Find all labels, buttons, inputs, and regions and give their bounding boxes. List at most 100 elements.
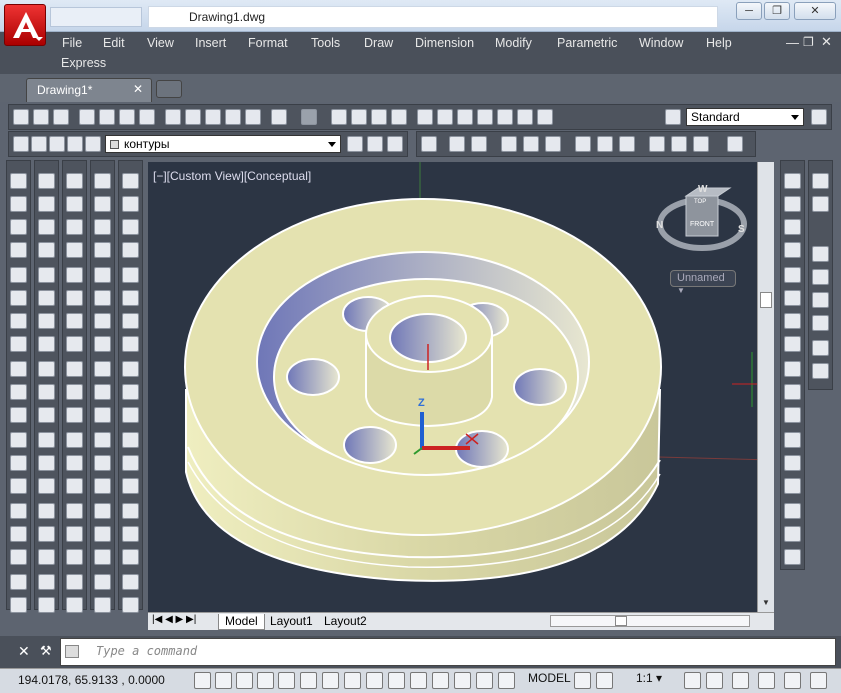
wrench-icon[interactable]: ⚒	[40, 643, 52, 659]
close-button[interactable]: ✕	[794, 2, 836, 20]
layer-lock-icon[interactable]	[67, 136, 83, 152]
pan3d-icon[interactable]	[784, 290, 801, 306]
text-front-icon[interactable]	[812, 340, 829, 356]
menu-file[interactable]: File	[62, 36, 82, 50]
rectangle-icon[interactable]	[10, 267, 27, 283]
3d-print-icon[interactable]	[139, 109, 155, 125]
ucs-menu[interactable]: Unnamed ▼	[670, 270, 736, 295]
extrude-icon[interactable]	[94, 407, 111, 423]
separate-icon[interactable]	[122, 455, 139, 471]
menu-dimension[interactable]: Dimension	[415, 36, 474, 50]
zoom-realtime-icon[interactable]	[351, 109, 367, 125]
scale-icon[interactable]	[38, 336, 55, 352]
snap-center-icon[interactable]	[66, 336, 83, 352]
clean-screen-icon[interactable]	[810, 672, 827, 689]
horizontal-scrollbar[interactable]	[550, 615, 750, 627]
layer-color-icon[interactable]	[85, 136, 101, 152]
menu-edit[interactable]: Edit	[103, 36, 125, 50]
subtract-icon[interactable]	[94, 549, 111, 565]
doc-restore-icon[interactable]: ❐	[803, 35, 814, 49]
layer-previous-icon[interactable]	[367, 136, 383, 152]
layer-on-icon[interactable]	[31, 136, 47, 152]
region-icon[interactable]	[10, 549, 27, 565]
draw-order-front-icon[interactable]	[812, 246, 829, 262]
dim-aligned-icon[interactable]	[449, 136, 465, 152]
dim-break-icon[interactable]	[671, 136, 687, 152]
offset-faces-icon[interactable]	[122, 219, 139, 235]
flip-icon[interactable]	[784, 361, 801, 377]
quick-view-layouts-icon[interactable]	[574, 672, 591, 689]
shell-icon[interactable]	[122, 478, 139, 494]
tab-layout2[interactable]: Layout2	[320, 614, 371, 630]
snap-osnap-icon[interactable]	[66, 597, 83, 613]
fillet-icon[interactable]	[38, 503, 55, 519]
clean-icon[interactable]	[122, 432, 139, 448]
vertical-scrollbar[interactable]: ▼	[757, 162, 774, 612]
tab-nav-first-icon[interactable]: |◀ ◀ ▶ ▶|	[152, 614, 196, 630]
annotation-monitor-icon[interactable]	[498, 672, 515, 689]
sweep-icon[interactable]	[94, 455, 111, 471]
delete-faces-icon[interactable]	[122, 242, 139, 258]
workspace-gear-icon[interactable]	[732, 672, 749, 689]
draw-order-above-icon[interactable]	[812, 292, 829, 308]
dim-continue-icon[interactable]	[619, 136, 635, 152]
markup-icon[interactable]	[497, 109, 513, 125]
extend-icon[interactable]	[38, 407, 55, 423]
properties-icon[interactable]	[417, 109, 433, 125]
dim-edit-icon[interactable]	[727, 136, 743, 152]
pan-icon[interactable]	[331, 109, 347, 125]
grid-icon[interactable]	[784, 267, 801, 283]
polysolid-icon[interactable]	[94, 173, 111, 189]
hatch-icon[interactable]	[10, 503, 27, 519]
new-tab-button[interactable]	[156, 80, 182, 98]
cut-icon[interactable]	[165, 109, 181, 125]
ellipse-arc-icon[interactable]	[10, 407, 27, 423]
rotate-icon[interactable]	[38, 313, 55, 329]
snap-settings-icon[interactable]	[66, 574, 83, 590]
sheet-icon[interactable]	[784, 549, 801, 565]
3d-object-snap-icon[interactable]	[322, 672, 339, 689]
copy-faces-icon[interactable]	[122, 313, 139, 329]
snap-extension-icon[interactable]	[66, 313, 83, 329]
hscroll-thumb[interactable]	[615, 616, 627, 626]
snap-temp-track-icon[interactable]	[66, 173, 83, 189]
make-current-icon[interactable]	[347, 136, 363, 152]
pyramid-icon[interactable]	[94, 336, 111, 352]
tile-icon[interactable]	[812, 173, 829, 189]
edit-poly-icon[interactable]	[784, 478, 801, 494]
snap-magnet-icon[interactable]	[66, 549, 83, 565]
break-at-icon[interactable]	[784, 455, 801, 471]
menu-window[interactable]: Window	[639, 36, 683, 50]
tab-layout1[interactable]: Layout1	[266, 614, 317, 630]
snap-parallel-icon[interactable]	[66, 432, 83, 448]
layer-states-icon[interactable]	[387, 136, 403, 152]
quick-view-drawings-icon[interactable]	[596, 672, 613, 689]
snap-none-icon[interactable]	[66, 526, 83, 542]
revolve-icon[interactable]	[94, 478, 111, 494]
revision-cloud-icon[interactable]	[10, 336, 27, 352]
dim-linear-icon[interactable]	[421, 136, 437, 152]
annotation-scale[interactable]: 1:1 ▾	[636, 671, 662, 685]
menu-express[interactable]: Express	[61, 56, 106, 70]
copy-object-icon[interactable]	[38, 196, 55, 212]
drawing-viewport[interactable]: Z TOP FRONT W N S	[148, 162, 774, 612]
cylinder-icon[interactable]	[94, 290, 111, 306]
extrude-faces-icon[interactable]	[122, 173, 139, 189]
conceptual-icon[interactable]	[122, 574, 139, 590]
ortho-mode-icon[interactable]	[257, 672, 274, 689]
chamfer-icon[interactable]	[38, 478, 55, 494]
snap-intersection-icon[interactable]	[66, 267, 83, 283]
menu-help[interactable]: Help	[706, 36, 732, 50]
tab-model[interactable]: Model	[218, 614, 265, 630]
construction-line-icon[interactable]	[10, 196, 27, 212]
mirror-icon[interactable]	[38, 219, 55, 235]
trim-icon[interactable]	[38, 384, 55, 400]
snap-perpendicular-icon[interactable]	[66, 407, 83, 423]
snap-endpoint-icon[interactable]	[66, 219, 83, 235]
dim-quick-icon[interactable]	[575, 136, 591, 152]
zoom-window-icon[interactable]	[371, 109, 387, 125]
close-command-icon[interactable]: ✕	[18, 643, 30, 660]
presspull-icon[interactable]	[94, 432, 111, 448]
transparency-icon[interactable]	[432, 672, 449, 689]
snap-node-icon[interactable]	[66, 478, 83, 494]
